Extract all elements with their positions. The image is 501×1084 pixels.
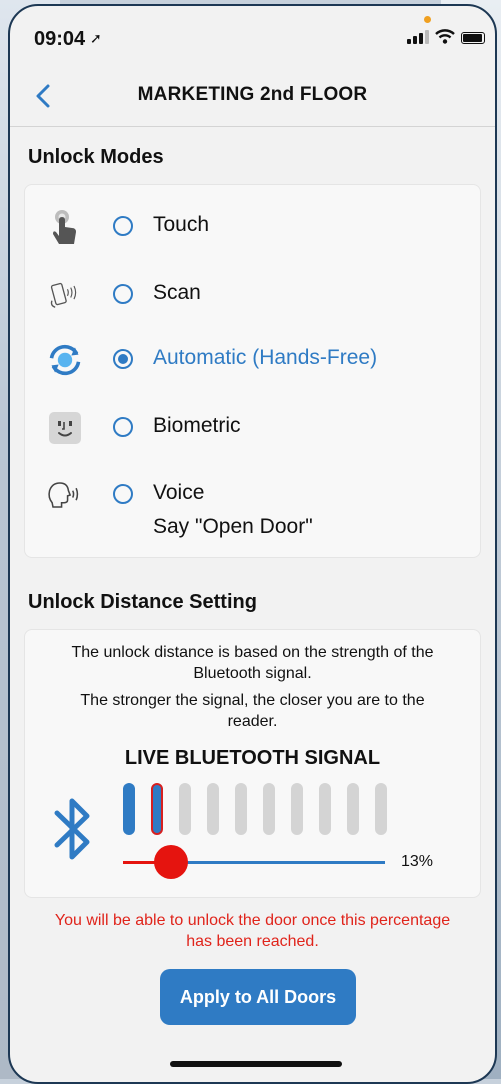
signal-bar [319, 783, 331, 835]
wifi-icon [435, 29, 455, 44]
scan-radio[interactable] [113, 284, 133, 304]
phone-screen: 09:04 ➚ MARKETING 2nd FLOOR Unlock Modes [8, 4, 497, 1084]
threshold-warning: You will be able to unlock the door once… [54, 912, 451, 950]
signal-bar [151, 783, 163, 835]
biometric-radio[interactable] [113, 417, 133, 437]
cellular-signal-icon [407, 30, 429, 44]
signal-bar [123, 783, 135, 835]
status-time: 09:04 [34, 28, 86, 50]
scan-label: Scan [153, 281, 201, 304]
phone-scan-icon [47, 275, 83, 315]
sync-arrows-icon [47, 340, 83, 380]
touch-hand-icon [47, 207, 83, 247]
face-id-icon [47, 408, 83, 448]
voice-radio[interactable] [113, 484, 133, 504]
signal-bar [347, 783, 359, 835]
unlock-distance-card: The unlock distance is based on the stre… [24, 629, 481, 898]
unlock-modes-heading: Unlock Modes [28, 146, 164, 168]
distance-info-text-1: The unlock distance is based on the stre… [71, 644, 434, 682]
signal-bar [291, 783, 303, 835]
signal-bar [207, 783, 219, 835]
bluetooth-icon [54, 798, 90, 860]
status-bar: 09:04 ➚ [10, 6, 495, 64]
privacy-indicator-dot [424, 16, 431, 23]
automatic-radio[interactable] [113, 349, 133, 369]
mode-row-voice[interactable]: Voice Say "Open Door" [25, 475, 480, 538]
unlock-modes-card: Touch Scan Automatic (Hands-Free) Biomet… [24, 184, 481, 558]
location-icon: ➚ [90, 30, 102, 46]
biometric-label: Biometric [153, 414, 241, 437]
signal-bar [263, 783, 275, 835]
slider-track-remaining [171, 861, 385, 864]
automatic-label: Automatic (Hands-Free) [153, 346, 378, 369]
page-title: MARKETING 2nd FLOOR [137, 84, 368, 105]
threshold-percent: 13% [401, 853, 434, 870]
navigation-bar: MARKETING 2nd FLOOR [10, 64, 495, 127]
mode-row-automatic[interactable]: Automatic (Hands-Free) [25, 340, 480, 380]
slider-thumb[interactable] [154, 845, 189, 879]
mode-row-touch[interactable]: Touch [25, 207, 480, 247]
live-signal-meter [123, 783, 403, 835]
voice-label: Voice [153, 481, 205, 504]
distance-info-text-2: The stronger the signal, the closer you … [80, 692, 425, 730]
mode-row-biometric[interactable]: Biometric [25, 408, 480, 448]
mode-row-scan[interactable]: Scan [25, 275, 480, 315]
battery-icon [461, 32, 485, 44]
signal-bar [235, 783, 247, 835]
home-indicator [170, 1061, 342, 1067]
live-signal-title: LIVE BLUETOOTH SIGNAL [124, 747, 381, 769]
touch-radio[interactable] [113, 216, 133, 236]
signal-bar [375, 783, 387, 835]
threshold-slider[interactable] [123, 845, 385, 879]
touch-label: Touch [153, 213, 210, 236]
unlock-distance-heading: Unlock Distance Setting [28, 591, 257, 613]
signal-bar [179, 783, 191, 835]
speaking-head-icon [47, 475, 83, 515]
apply-to-all-doors-button[interactable]: Apply to All Doors [160, 969, 356, 1025]
voice-command-hint: Say "Open Door" [153, 515, 313, 538]
